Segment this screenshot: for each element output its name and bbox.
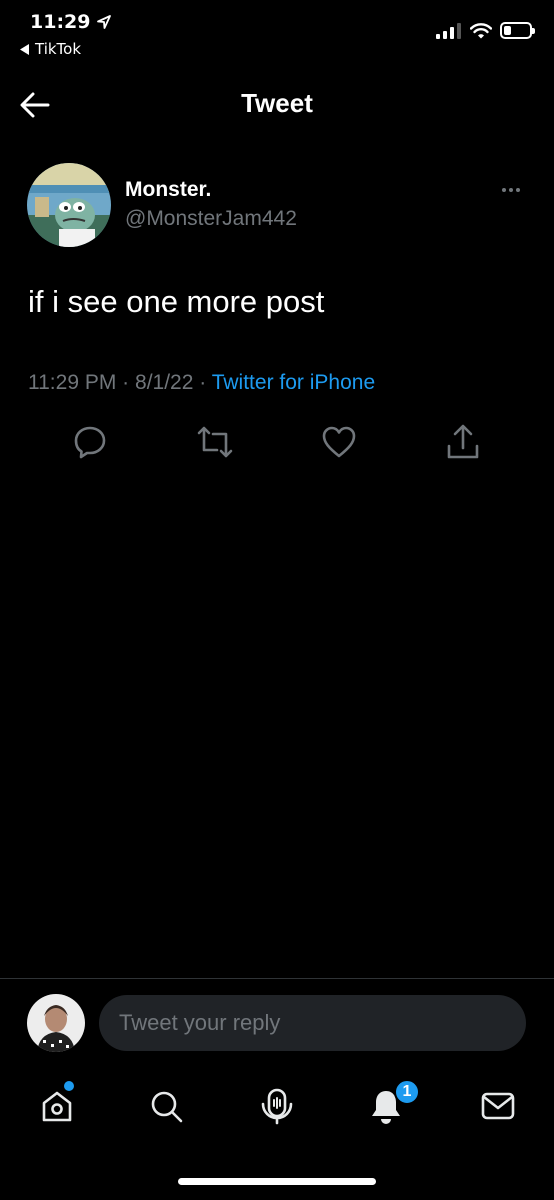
reply-input[interactable] bbox=[99, 995, 526, 1051]
user-avatar[interactable] bbox=[27, 994, 85, 1052]
tweet-source-link[interactable]: Twitter for iPhone bbox=[212, 371, 375, 394]
tab-search[interactable] bbox=[141, 1078, 191, 1134]
status-time: 11:29 bbox=[30, 11, 112, 33]
author-avatar[interactable] bbox=[27, 163, 111, 247]
wifi-icon bbox=[470, 22, 492, 38]
tab-messages[interactable] bbox=[473, 1078, 523, 1134]
tweet-text: if i see one more post bbox=[28, 284, 325, 319]
battery-icon bbox=[500, 22, 535, 39]
back-triangle-icon bbox=[20, 43, 29, 55]
avatar-image bbox=[27, 163, 111, 247]
retweet-icon bbox=[197, 426, 233, 458]
user-avatar-image bbox=[27, 994, 85, 1052]
reply-icon bbox=[74, 426, 106, 459]
tweet-time: 11:29 PM bbox=[28, 371, 117, 394]
back-app-label: TikTok bbox=[35, 40, 82, 58]
meta-separator: · bbox=[122, 371, 130, 394]
status-time-label: 11:29 bbox=[30, 11, 91, 33]
tab-spaces[interactable] bbox=[252, 1078, 302, 1134]
reply-button[interactable] bbox=[70, 422, 110, 462]
like-icon bbox=[322, 426, 356, 458]
tweet-actions bbox=[0, 422, 554, 466]
tweet-date: 8/1/22 bbox=[135, 371, 194, 394]
home-icon bbox=[42, 1091, 72, 1122]
status-indicators bbox=[436, 22, 535, 39]
meta-separator: · bbox=[199, 371, 207, 394]
tab-home[interactable] bbox=[32, 1078, 82, 1134]
more-icon[interactable] bbox=[496, 180, 526, 200]
search-icon bbox=[151, 1091, 183, 1123]
back-to-app-button[interactable]: TikTok bbox=[20, 40, 81, 58]
status-bar: 11:29 TikTok bbox=[0, 0, 554, 70]
spaces-icon bbox=[261, 1088, 293, 1125]
author-name[interactable]: Monster. bbox=[125, 178, 211, 202]
signal-icon bbox=[436, 22, 461, 39]
author-handle[interactable]: @MonsterJam442 bbox=[125, 207, 297, 231]
tab-bar: 1 bbox=[0, 1078, 554, 1138]
messages-icon bbox=[481, 1092, 515, 1120]
divider bbox=[0, 978, 554, 979]
header: Tweet bbox=[0, 76, 554, 134]
page-title: Tweet bbox=[241, 88, 313, 118]
tweet-meta: 11:29 PM · 8/1/22 · Twitter for iPhone bbox=[28, 371, 375, 395]
share-icon bbox=[447, 424, 479, 459]
notifications-badge: 1 bbox=[394, 1079, 420, 1105]
retweet-button[interactable] bbox=[195, 422, 235, 462]
tab-notifications[interactable]: 1 bbox=[361, 1078, 420, 1134]
home-unread-dot bbox=[64, 1081, 74, 1091]
share-button[interactable] bbox=[443, 422, 483, 462]
like-button[interactable] bbox=[319, 422, 359, 462]
location-arrow-icon bbox=[97, 15, 112, 29]
battery-level bbox=[504, 26, 511, 35]
home-indicator bbox=[178, 1178, 376, 1185]
